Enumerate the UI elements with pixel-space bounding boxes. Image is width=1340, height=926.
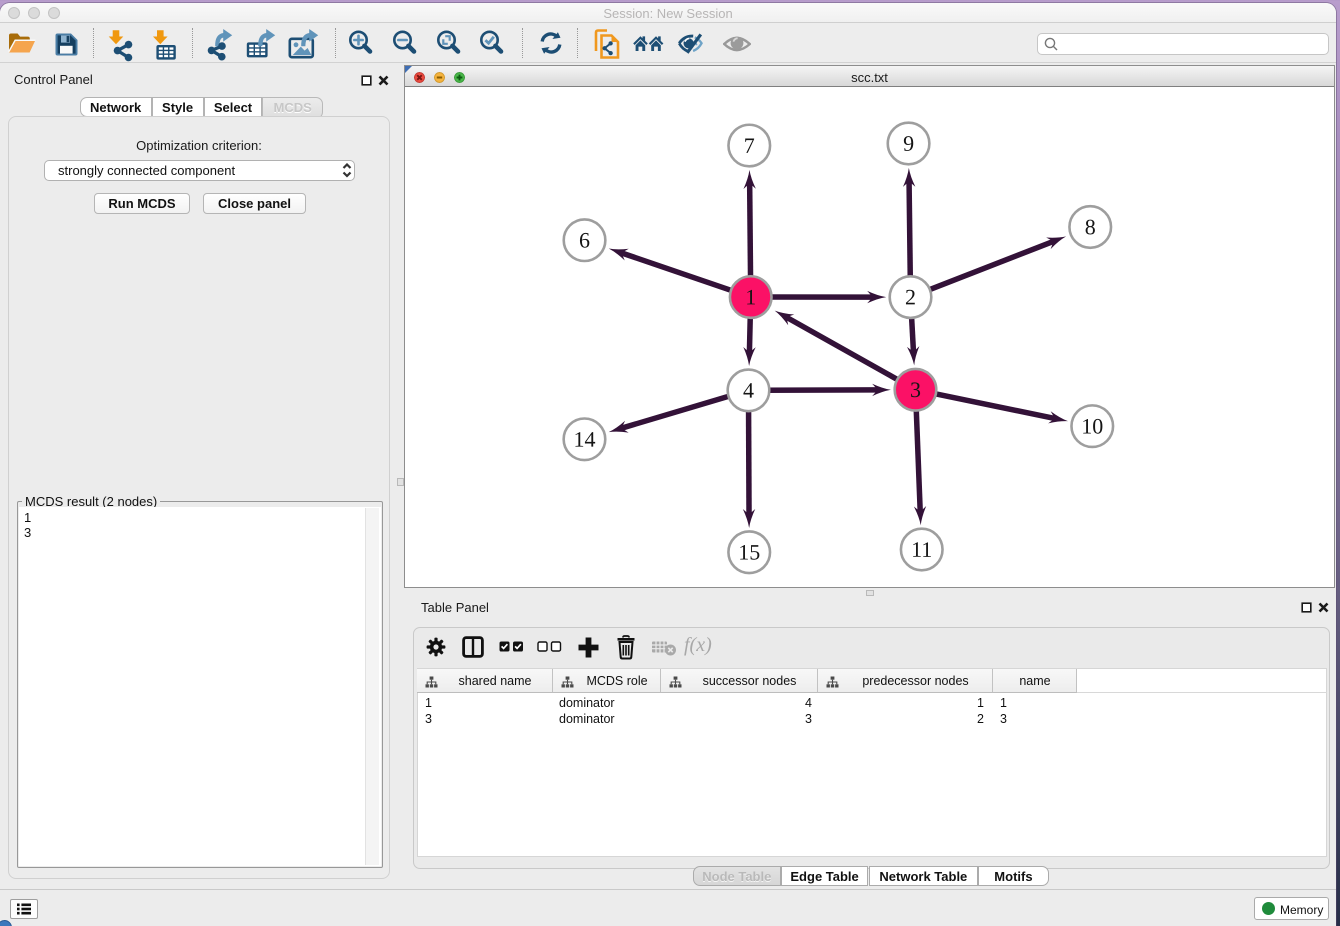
svg-text:14: 14 bbox=[573, 427, 595, 452]
svg-text:8: 8 bbox=[1085, 214, 1096, 239]
svg-text:9: 9 bbox=[903, 131, 914, 156]
svg-text:1: 1 bbox=[745, 284, 756, 309]
svg-text:2: 2 bbox=[905, 284, 916, 309]
svg-text:15: 15 bbox=[738, 540, 760, 565]
svg-text:11: 11 bbox=[911, 537, 932, 562]
svg-text:3: 3 bbox=[910, 377, 921, 402]
svg-text:6: 6 bbox=[579, 227, 590, 252]
svg-text:7: 7 bbox=[744, 133, 755, 158]
svg-text:10: 10 bbox=[1081, 413, 1103, 438]
svg-text:4: 4 bbox=[743, 378, 754, 403]
